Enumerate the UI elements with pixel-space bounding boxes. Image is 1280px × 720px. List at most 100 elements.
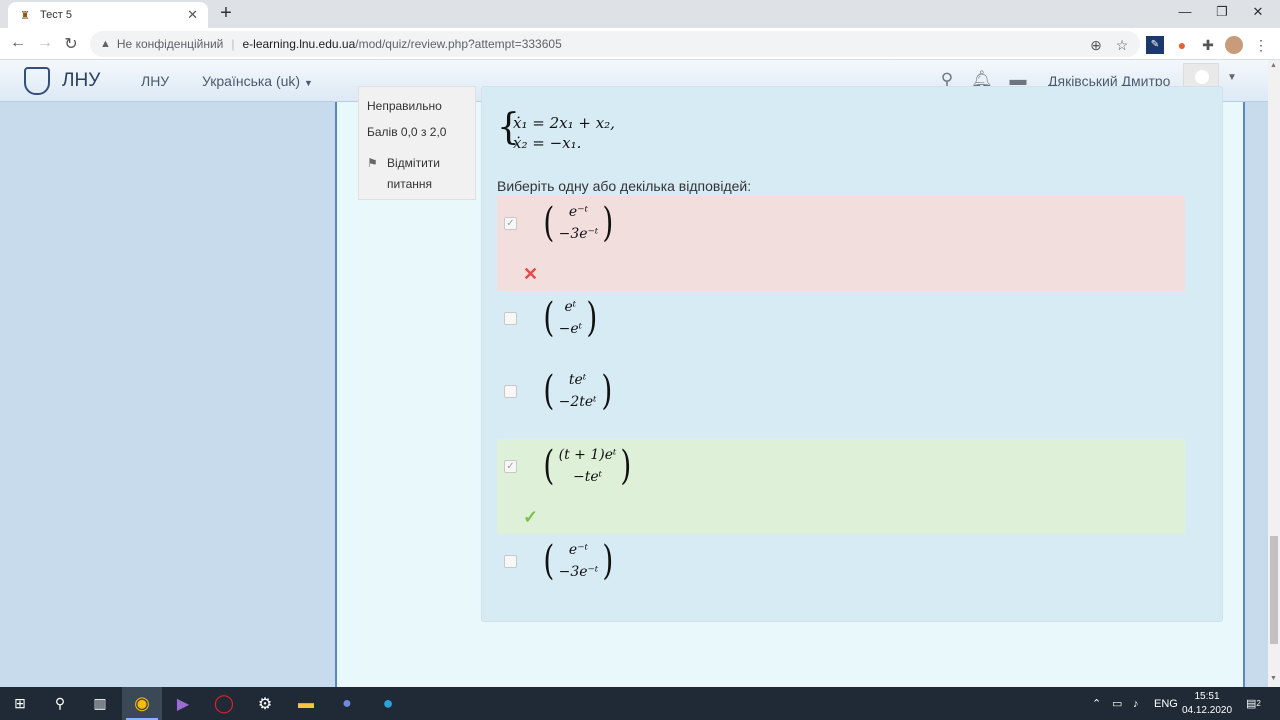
right-background — [1245, 102, 1268, 687]
site-favicon-icon: ♜ — [20, 9, 30, 22]
left-paren: ( — [543, 443, 555, 489]
left-paren: ( — [543, 200, 555, 246]
language-label: Українська (uk) — [202, 73, 301, 89]
notification-count: 2 — [1256, 699, 1261, 708]
vector-components: e⁻ᵗ −3e⁻ᵗ — [557, 539, 601, 583]
extension-icon[interactable]: ✎ — [1146, 36, 1164, 54]
scroll-down-icon[interactable]: ▼ — [1270, 675, 1277, 682]
url-input[interactable]: ▲ Не конфіденційний | e-learning.lnu.edu… — [90, 31, 1140, 57]
answer-vector: ( teᵗ −2teᵗ) — [541, 367, 614, 415]
profile-avatar-icon[interactable] — [1225, 36, 1243, 54]
zoom-icon[interactable]: ⊕ — [1087, 36, 1105, 54]
clock-time: 15:51 — [1194, 691, 1220, 702]
volume-icon[interactable]: ♪ — [1133, 687, 1139, 720]
opera-icon[interactable]: ◯ — [204, 687, 244, 720]
extensions-puzzle-icon[interactable]: ✚ — [1199, 36, 1217, 54]
vector-components: teᵗ −2teᵗ — [557, 369, 599, 413]
answer-option: ✓ (e⁻ᵗ −3e⁻ᵗ) ✕ — [497, 196, 1185, 291]
visual-studio-icon[interactable]: ▶ — [163, 687, 203, 720]
answer-vector: ( eᵗ −eᵗ) — [541, 294, 600, 342]
bookmark-star-icon[interactable]: ☆ — [1113, 36, 1131, 54]
right-paren: ) — [586, 295, 598, 341]
tab-title: Тест 5 — [40, 9, 72, 21]
answer-checkbox[interactable] — [504, 385, 517, 398]
answer-vector: ((t + 1)eᵗ −teᵗ) — [541, 442, 634, 490]
answer-option: ( eᵗ −eᵗ) — [497, 291, 1185, 346]
search-icon[interactable]: ⚲ — [40, 687, 80, 720]
windows-start-icon[interactable]: ⊞ — [0, 687, 40, 720]
page-scrollbar[interactable]: ▲ ▼ — [1268, 60, 1280, 687]
left-paren: ( — [543, 295, 555, 341]
telegram-icon[interactable]: ● — [368, 687, 408, 720]
vector-top: eᵗ — [564, 299, 577, 315]
maximize-button[interactable]: ❐ — [1207, 4, 1237, 20]
vector-bottom: −eᵗ — [558, 321, 583, 337]
steam-icon[interactable]: ⚙ — [245, 687, 285, 720]
site-name[interactable]: ЛНУ — [62, 70, 100, 92]
file-explorer-icon[interactable]: ▬ — [286, 687, 326, 720]
browser-tab-bar: ♜ Тест 5 ✕ + — ❐ ✕ — [0, 0, 1280, 28]
menu-kebab-icon[interactable]: ⋮ — [1252, 36, 1270, 54]
address-bar-row: ← → ↻ ▲ Не конфіденційний | e-learning.l… — [0, 28, 1280, 60]
clock-date: 04.12.2020 — [1181, 705, 1233, 716]
equation-2: ẋ₂ = −x₁. — [513, 134, 582, 152]
warning-icon: ▲ — [100, 38, 111, 50]
right-paren: ) — [600, 368, 612, 414]
vector-components: eᵗ −eᵗ — [557, 296, 584, 340]
answer-checkbox[interactable] — [504, 555, 517, 568]
answer-option: ✓((t + 1)eᵗ −teᵗ) ✓ — [497, 439, 1185, 534]
vector-bottom: −3e⁻ᵗ — [558, 564, 599, 580]
vector-bottom: −3e⁻ᵗ — [558, 226, 599, 242]
scroll-up-icon[interactable]: ▲ — [1270, 62, 1277, 69]
user-menu-caret-icon[interactable]: ▼ — [1227, 72, 1237, 83]
tab-close-icon[interactable]: ✕ — [187, 7, 198, 23]
back-arrow-icon[interactable]: ← — [8, 34, 28, 52]
vector-bottom: −teᵗ — [572, 469, 603, 485]
left-paren: ( — [543, 538, 555, 584]
chevron-down-icon: ▼ — [304, 78, 313, 88]
flag-label-line1: Відмітити — [387, 156, 440, 170]
answer-checkbox[interactable]: ✓ — [504, 217, 517, 230]
flag-icon: ⚑ — [367, 156, 378, 170]
clock[interactable]: 15:51 04.12.2020 — [1180, 690, 1234, 718]
vector-top: (t + 1)eᵗ — [558, 447, 617, 463]
vector-top: teᵗ — [568, 372, 587, 388]
reload-icon[interactable]: ↻ — [61, 34, 81, 54]
chrome-icon[interactable]: ◉ — [122, 687, 162, 720]
language-menu[interactable]: Українська (uk) ▼ — [202, 73, 313, 89]
question-prompt: Виберіть одну або декілька відповідей: — [497, 178, 752, 194]
divider: | — [231, 37, 235, 51]
forward-arrow-icon[interactable]: → — [35, 34, 55, 52]
answer-option: (e⁻ᵗ −3e⁻ᵗ) — [497, 534, 1185, 589]
extension-fox-icon[interactable]: ● — [1173, 36, 1191, 54]
vector-components: (t + 1)eᵗ −teᵗ — [557, 444, 619, 488]
new-tab-button[interactable]: + — [216, 3, 236, 24]
equation-1: ẋ₁ = 2x₁ + x₂, — [513, 114, 615, 132]
vector-bottom: −2teᵗ — [558, 394, 597, 410]
answer-checkbox[interactable]: ✓ — [504, 460, 517, 473]
university-logo-icon[interactable] — [24, 67, 50, 95]
input-language[interactable]: ENG — [1154, 687, 1178, 720]
windows-taskbar: ⊞ ⚲ ▥ ◉ ▶ ◯ ⚙ ▬ ● ● ⌃ ▭ ♪ ENG 15:51 04.1… — [0, 687, 1280, 720]
scrollbar-thumb[interactable] — [1270, 536, 1278, 644]
security-label: Не конфіденційний — [116, 37, 224, 51]
vector-top: e⁻ᵗ — [568, 542, 589, 558]
battery-icon[interactable]: ▭ — [1112, 687, 1122, 720]
answer-vector: (e⁻ᵗ −3e⁻ᵗ) — [541, 199, 616, 247]
flag-question-link[interactable]: ⚑ Відмітити питання — [367, 153, 440, 195]
question-info: Неправильно Балів 0,0 з 2,0 ⚑ Відмітити п… — [358, 86, 476, 200]
browser-tab[interactable]: ♜ Тест 5 ✕ — [8, 2, 208, 28]
question-state: Неправильно — [367, 99, 442, 113]
notifications-icon[interactable]: ▤ 2 — [1246, 687, 1261, 720]
answer-checkbox[interactable] — [504, 312, 517, 325]
flag-label-line2: питання — [387, 177, 432, 191]
task-view-icon[interactable]: ▥ — [80, 687, 120, 720]
discord-icon[interactable]: ● — [327, 687, 367, 720]
tray-chevron-icon[interactable]: ⌃ — [1092, 687, 1101, 720]
nav-home-link[interactable]: ЛНУ — [141, 73, 169, 89]
right-paren: ) — [620, 443, 632, 489]
minimize-button[interactable]: — — [1170, 4, 1200, 19]
url-host: e-learning.lnu.edu.ua — [242, 37, 356, 51]
close-window-button[interactable]: ✕ — [1243, 4, 1273, 20]
left-paren: ( — [543, 368, 555, 414]
